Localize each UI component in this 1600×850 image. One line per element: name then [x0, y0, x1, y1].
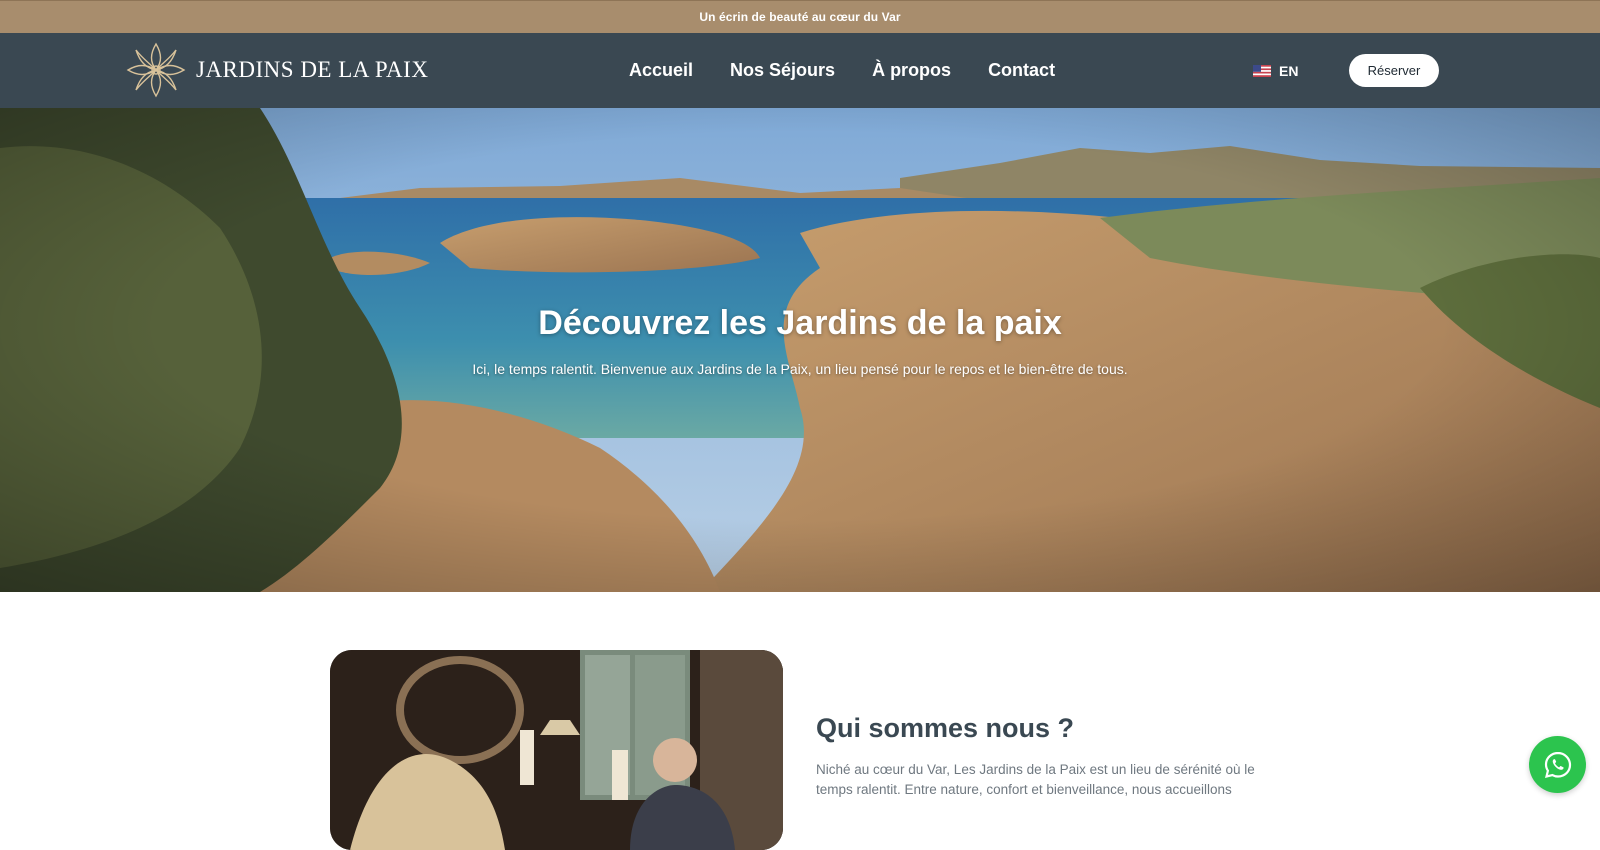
logo-text: JARDINS DE LA PAIX: [196, 57, 429, 82]
language-label: EN: [1279, 62, 1299, 79]
main-nav: Accueil Nos Séjours À propos Contact: [629, 33, 1055, 108]
site-header: JARDINS DE LA PAIX Accueil Nos Séjours À…: [0, 33, 1600, 108]
nav-accueil[interactable]: Accueil: [629, 60, 693, 81]
hero-title: Découvrez les Jardins de la paix: [538, 304, 1062, 342]
whatsapp-icon: [1544, 751, 1571, 778]
about-text: Niché au cœur du Var, Les Jardins de la …: [816, 762, 1255, 797]
about-photo: [330, 650, 783, 850]
language-switcher[interactable]: EN: [1253, 33, 1298, 108]
couple-dinner-photo: [330, 650, 783, 850]
hero-section: Découvrez les Jardins de la paix Ici, le…: [0, 108, 1600, 592]
hero-coastline-image: [0, 108, 1600, 592]
nav-nos-sejours[interactable]: Nos Séjours: [730, 60, 835, 81]
announcement-bar: Un écrin de beauté au cœur du Var: [0, 0, 1600, 33]
announcement-text: Un écrin de beauté au cœur du Var: [699, 10, 901, 24]
nav-contact[interactable]: Contact: [988, 60, 1055, 81]
about-title: Qui sommes nous ?: [816, 713, 1075, 743]
lotus-logo-icon: [126, 42, 186, 98]
nav-a-propos[interactable]: À propos: [872, 60, 951, 81]
whatsapp-button[interactable]: [1529, 736, 1586, 793]
site-logo[interactable]: JARDINS DE LA PAIX: [124, 40, 428, 100]
hero-subtitle: Ici, le temps ralentit. Bienvenue aux Ja…: [472, 361, 1128, 377]
us-flag-icon: [1253, 64, 1271, 77]
reserve-button[interactable]: Réserver: [1349, 54, 1439, 87]
